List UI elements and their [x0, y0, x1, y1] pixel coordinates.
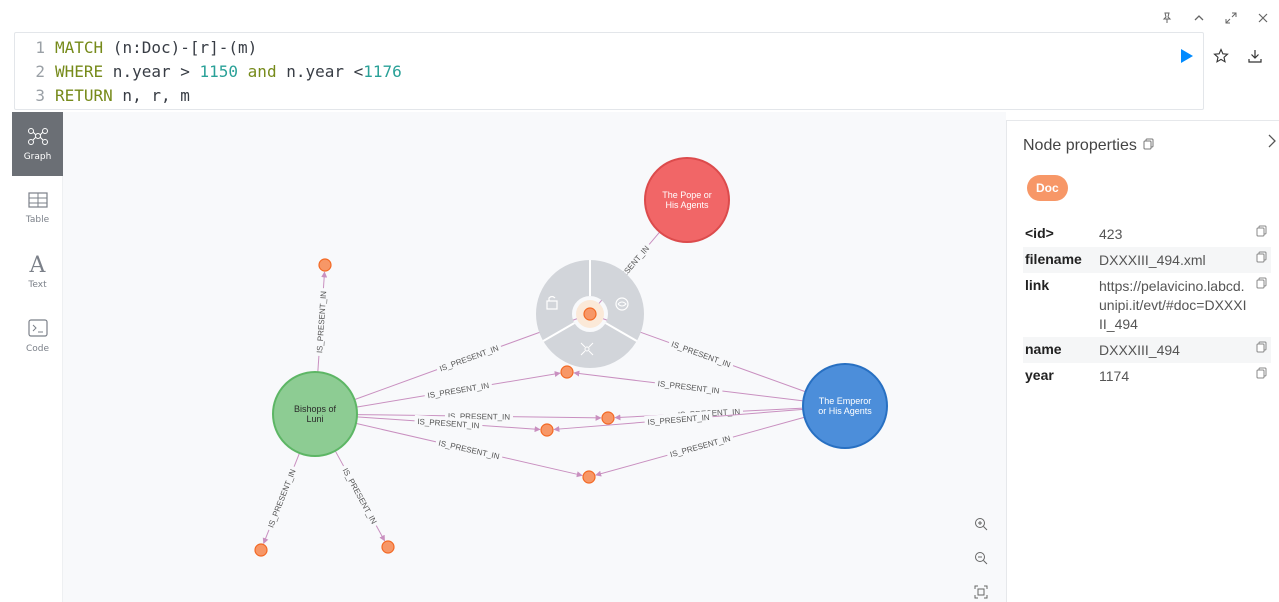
- copy-icon[interactable]: [1249, 251, 1267, 270]
- line-number: 3: [35, 86, 45, 105]
- relationship-label: IS_PRESENT_IN: [670, 340, 732, 370]
- node-caption: The Emperor: [819, 396, 872, 406]
- property-row: <id> 423: [1023, 221, 1271, 247]
- copy-icon[interactable]: [1249, 225, 1267, 244]
- table-icon: [27, 191, 48, 212]
- doc-node[interactable]: [582, 470, 596, 484]
- property-value: DXXXIII_494.xml: [1099, 252, 1206, 268]
- property-key: link: [1025, 277, 1050, 293]
- relationship-label: IS_PRESENT_IN: [341, 467, 379, 526]
- code-line: 3 RETURN n, r, m: [15, 85, 190, 107]
- node-caption: or His Agents: [818, 406, 872, 416]
- sidebar-label-text: Text: [28, 279, 47, 290]
- code-token: WHERE: [55, 62, 104, 81]
- code-line: 1 MATCH (n:Doc)-[r]-(m): [15, 37, 257, 59]
- collapse-icon[interactable]: [1183, 8, 1215, 28]
- code-token: and: [247, 62, 277, 81]
- doc-node[interactable]: [381, 540, 395, 554]
- copy-icon[interactable]: [1249, 341, 1267, 360]
- doc-node[interactable]: [583, 307, 597, 321]
- graph-canvas[interactable]: IS_PRESENT_IN IS_PRESENT_IN IS_PRESENT_IN I…: [63, 112, 1006, 602]
- chevron-right-icon[interactable]: [1263, 131, 1279, 151]
- relationship-label: IS_PRESENT_IN: [438, 344, 500, 374]
- doc-node[interactable]: [560, 365, 574, 379]
- sidebar-item-table[interactable]: Table: [12, 176, 63, 240]
- sidebar-label-table: Table: [25, 214, 50, 225]
- doc-node[interactable]: [601, 411, 615, 425]
- view-sidebar: Graph Table A Text Code: [12, 112, 63, 602]
- node-caption: His Agents: [665, 200, 709, 210]
- copy-icon[interactable]: [1143, 137, 1154, 155]
- close-icon[interactable]: [1247, 8, 1279, 28]
- fit-icon[interactable]: [966, 580, 996, 602]
- code-token: 1176: [363, 62, 402, 81]
- property-key: <id>: [1025, 225, 1054, 241]
- graph-icon: [27, 127, 49, 149]
- node-properties-panel: Node properties Doc <id> 423 filename DXXXI…: [1006, 120, 1279, 602]
- text-icon: A: [29, 252, 46, 278]
- neo4j-browser-window: 1 MATCH (n:Doc)-[r]-(m) 2 WHERE n.year > 11…: [0, 0, 1279, 602]
- sidebar-item-code[interactable]: Code: [12, 304, 63, 368]
- zoom-out-icon[interactable]: [966, 546, 996, 570]
- expand-icon[interactable]: [1215, 8, 1247, 28]
- code-token: RETURN: [55, 86, 113, 105]
- code-token: n, r, m: [112, 86, 190, 105]
- cypher-editor[interactable]: 1 MATCH (n:Doc)-[r]-(m) 2 WHERE n.year > 11…: [14, 32, 1204, 110]
- line-number: 1: [35, 38, 45, 57]
- doc-node[interactable]: [540, 423, 554, 437]
- relationship-label: IS_PRESENT_IN: [266, 468, 297, 529]
- code-icon: [27, 318, 48, 341]
- relationship-label: IS_PRESENT_IN: [438, 439, 501, 462]
- sidebar-item-text[interactable]: A Text: [12, 240, 63, 304]
- property-row: link https://pelavicino.labcd.unipi.it/ev…: [1023, 273, 1271, 337]
- property-value: 423: [1099, 226, 1123, 242]
- graph-svg: IS_PRESENT_IN IS_PRESENT_IN IS_PRESENT_IN I…: [254, 157, 888, 557]
- property-row: filename DXXXIII_494.xml: [1023, 247, 1271, 273]
- pin-icon[interactable]: [1151, 8, 1183, 28]
- property-key: year: [1025, 367, 1054, 383]
- doc-node[interactable]: [318, 258, 332, 272]
- property-key: filename: [1025, 251, 1082, 267]
- copy-icon[interactable]: [1249, 277, 1267, 334]
- node-caption: The Pope or: [662, 190, 712, 200]
- properties-title: Node properties: [1023, 137, 1154, 155]
- code-token: 1150: [199, 62, 239, 81]
- node-caption: Bishops of: [294, 404, 337, 414]
- sidebar-label-code: Code: [25, 343, 50, 354]
- download-icon[interactable]: [1238, 44, 1272, 68]
- sidebar-label-graph: Graph: [23, 151, 52, 162]
- property-value: 1174: [1099, 368, 1130, 384]
- property-key: name: [1025, 341, 1062, 357]
- properties-title-text: Node properties: [1023, 137, 1137, 154]
- relationship-label: IS_PRESENT_IN: [647, 413, 710, 427]
- property-value: DXXXIII_494: [1099, 342, 1180, 358]
- zoom-in-icon[interactable]: [966, 512, 996, 536]
- properties-table: <id> 423 filename DXXXIII_494.xmllink https:…: [1023, 221, 1271, 389]
- relationship-label: IS_PRESENT_IN: [427, 381, 490, 400]
- node-caption: Luni: [306, 414, 323, 424]
- sidebar-item-graph[interactable]: Graph: [12, 112, 63, 176]
- run-icon[interactable]: [1170, 44, 1204, 68]
- line-number: 2: [35, 62, 45, 81]
- zoom-controls: [966, 512, 996, 602]
- property-row: name DXXXIII_494: [1023, 337, 1271, 363]
- doc-node[interactable]: [254, 543, 268, 557]
- code-token: n.year >: [103, 62, 200, 81]
- star-icon[interactable]: [1204, 44, 1238, 68]
- window-controls: [1151, 8, 1279, 28]
- editor-actions: [1170, 44, 1272, 68]
- node-label-badge[interactable]: Doc: [1027, 175, 1068, 201]
- property-value: https://pelavicino.labcd.unipi.it/evt/#d…: [1099, 278, 1247, 332]
- code-line: 2 WHERE n.year > 1150 and n.year <1176: [15, 61, 402, 83]
- code-token: n.year <: [276, 62, 364, 81]
- code-token: MATCH: [55, 38, 104, 57]
- property-row: year 1174: [1023, 363, 1271, 389]
- copy-icon[interactable]: [1249, 367, 1267, 386]
- code-token: (n:Doc)-[r]-(m): [103, 38, 258, 57]
